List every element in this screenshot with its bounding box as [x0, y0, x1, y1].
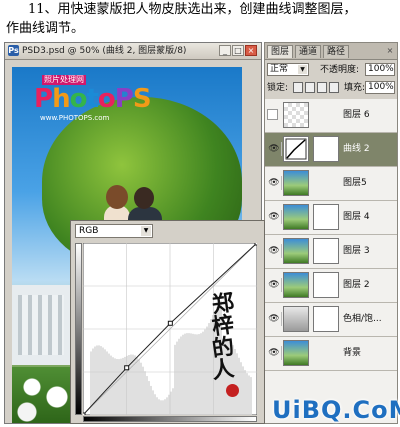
house-graphic	[12, 285, 72, 365]
logo-letter: P	[114, 84, 134, 114]
instruction-line-2: 作曲线调节。	[6, 21, 85, 36]
tab-layers[interactable]: 图层	[267, 45, 294, 58]
document-title: PSD3.psd @ 50% (曲线 2, 图层蒙版/8)	[22, 46, 187, 56]
visibility-toggle[interactable]	[267, 109, 278, 120]
photoshop-icon: Ps	[8, 45, 19, 56]
channel-select[interactable]: RGB ▼	[75, 224, 153, 238]
blend-mode-select[interactable]: 正常 ▼	[267, 63, 309, 76]
layer-thumbnail[interactable]	[283, 340, 309, 366]
layer-mask-thumbnail[interactable]	[313, 306, 339, 332]
layer-mask-thumbnail[interactable]	[313, 238, 339, 264]
layer-row[interactable]: 👁 图层 3	[265, 235, 397, 269]
logo-letter: t	[86, 84, 98, 114]
minimize-button[interactable]: _	[219, 45, 231, 56]
opacity-label: 不透明度:	[320, 65, 360, 75]
layer-name: 背景	[343, 348, 362, 358]
layer-thumbnail[interactable]	[283, 136, 309, 162]
layer-name: 图层 4	[343, 212, 370, 222]
lock-row: 锁定: 填充: 100%	[265, 80, 397, 96]
opacity-input[interactable]: 100%	[365, 63, 395, 76]
logo-letter: o	[69, 84, 88, 114]
red-seal-stamp	[226, 384, 239, 397]
layer-row[interactable]: 👁 背景	[265, 337, 397, 371]
fill-label: 填充:	[344, 83, 366, 93]
layer-row[interactable]: 图层 6	[265, 99, 397, 133]
eye-icon[interactable]: 👁	[267, 244, 282, 258]
calligraphy-char: 人	[210, 355, 236, 385]
fill-input[interactable]: 100%	[365, 81, 395, 94]
tab-channels[interactable]: 通道	[295, 45, 322, 58]
instruction-line-1: 11、用快速蒙版把人物皮肤选出来，创建曲线调整图层，	[28, 2, 357, 17]
lock-position-icon[interactable]	[317, 82, 327, 93]
layer-mask-thumbnail[interactable]	[313, 136, 339, 162]
document-title-bar[interactable]: Ps PSD3.psd @ 50% (曲线 2, 图层蒙版/8) _ □ ×	[5, 43, 261, 60]
logo-letter: o	[97, 84, 116, 114]
logo-letter: h	[52, 84, 70, 114]
logo-url: www.PHOTOPS.com	[40, 114, 110, 122]
layer-row[interactable]: 👁 图层5	[265, 167, 397, 201]
tab-paths[interactable]: 路径	[323, 45, 350, 58]
curve-control-point[interactable]	[254, 243, 257, 246]
layer-thumbnail[interactable]	[283, 306, 309, 332]
eye-icon[interactable]: 👁	[267, 312, 282, 326]
channel-value: RGB	[79, 226, 99, 236]
layer-thumbnail[interactable]	[283, 238, 309, 264]
layer-name: 图层 2	[343, 280, 370, 290]
layer-row[interactable]: 👁 图层 4	[265, 201, 397, 235]
lock-all-icon[interactable]	[329, 82, 339, 93]
eye-icon[interactable]: 👁	[267, 346, 282, 360]
layer-thumbnail[interactable]	[283, 272, 309, 298]
layer-thumbnail[interactable]	[283, 170, 309, 196]
layer-name: 图层 6	[343, 110, 370, 120]
chevron-down-icon: ▼	[298, 65, 307, 74]
blend-mode-value: 正常	[270, 64, 289, 74]
curve-control-point[interactable]	[167, 320, 173, 326]
eye-icon[interactable]: 👁	[267, 176, 282, 190]
photops-logo: PhotoPS	[34, 84, 152, 114]
blend-row: 正常 ▼ 不透明度: 100%	[265, 62, 397, 78]
layer-row[interactable]: 👁 曲线 2	[265, 133, 397, 167]
lock-label: 锁定:	[267, 83, 289, 93]
logo-letter: S	[132, 84, 152, 114]
layer-thumbnail[interactable]	[283, 204, 309, 230]
layer-mask-thumbnail[interactable]	[313, 204, 339, 230]
eye-icon[interactable]: 👁	[267, 142, 282, 156]
layer-row[interactable]: 👁 色相/饱...	[265, 303, 397, 337]
layer-list: 图层 6 👁 曲线 2 👁 图层5 👁 图层 4 👁 图层 3 👁 图层 2 👁 色相/饱... 👁 背景	[265, 99, 397, 423]
eye-icon[interactable]: 👁	[267, 210, 282, 224]
layer-row[interactable]: 👁 图层 2	[265, 269, 397, 303]
layer-thumbnail[interactable]	[283, 102, 309, 128]
lock-transparency-icon[interactable]	[293, 82, 303, 93]
curve-control-point[interactable]	[124, 365, 130, 371]
panel-tabs: 图层 通道 路径 ×	[265, 43, 397, 60]
layer-name: 色相/饱...	[343, 314, 382, 324]
eye-icon[interactable]: 👁	[267, 278, 282, 292]
layers-panel: 图层 通道 路径 × 正常 ▼ 不透明度: 100% 锁定: 填充: 100% …	[264, 42, 398, 424]
layer-name: 图层5	[343, 178, 367, 188]
close-button[interactable]: ×	[245, 45, 257, 56]
site-watermark: UiBQ.CoM	[272, 396, 400, 424]
logo-letter: P	[34, 84, 53, 114]
instruction-text: 11、用快速蒙版把人物皮肤选出来，创建曲线调整图层， 作曲线调节。	[6, 0, 398, 42]
layer-name: 图层 3	[343, 246, 370, 256]
maximize-button[interactable]: □	[232, 45, 244, 56]
layer-mask-thumbnail[interactable]	[313, 272, 339, 298]
panel-close-button[interactable]: ×	[385, 46, 395, 56]
input-gradient-bar	[83, 416, 257, 422]
chevron-down-icon: ▼	[141, 226, 151, 236]
layer-name: 曲线 2	[343, 144, 370, 154]
output-gradient-bar	[75, 243, 82, 415]
curve-control-point[interactable]	[83, 412, 86, 415]
lock-pixels-icon[interactable]	[305, 82, 315, 93]
